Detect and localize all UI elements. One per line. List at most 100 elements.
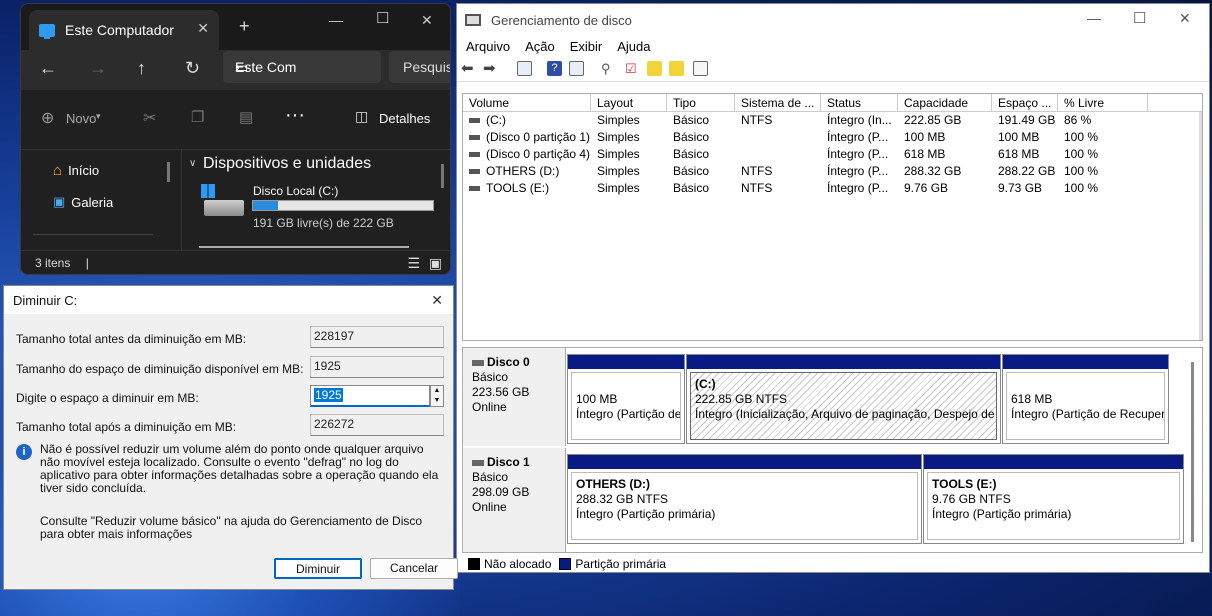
new-button[interactable]: Novo (66, 111, 96, 126)
close-icon[interactable]: ✕ (431, 292, 443, 309)
chevron-down-icon[interactable]: ∨ (189, 158, 196, 169)
volume-list-body: (C:) Simples Básico NTFS Íntegro (In... 222.8… (463, 112, 1202, 197)
forward-arrow-icon[interactable]: → (89, 58, 107, 79)
gallery-icon: ▣ (53, 194, 66, 209)
search-box[interactable]: Pesquis (389, 51, 450, 83)
table-cell-wrap: Íntegro (In... (821, 112, 898, 129)
refresh-icon[interactable]: ↻ (185, 58, 200, 79)
help-icon[interactable]: ? (547, 61, 562, 76)
close-window-icon[interactable]: ✕ (1179, 10, 1191, 27)
legend-unallocated: Não alocado (484, 556, 552, 571)
chevron-down-icon: ▾ (96, 111, 101, 121)
details-button[interactable]: Detalhes (379, 111, 430, 126)
column-header[interactable]: % Livre (1058, 94, 1148, 111)
horizontal-scrollbar[interactable] (199, 246, 409, 248)
info-icon: i (16, 444, 32, 460)
shrink-button[interactable]: Diminuir (274, 558, 362, 579)
table-cell-wrap: Simples (591, 112, 667, 129)
paste-icon[interactable]: ▤ (239, 108, 253, 126)
forward-arrow-icon[interactable]: ➡ (483, 59, 498, 77)
info-text: Não é possível reduzir um volume além do… (40, 442, 439, 495)
table-cell-wrap: 191.49 GB (992, 112, 1058, 129)
menu-exibir[interactable]: Exibir (570, 39, 603, 54)
menu-acao[interactable]: Ação (525, 39, 555, 54)
table-cell: Íntegro (P... (827, 130, 889, 144)
partition-body: 618 MB Íntegro (Partição de Recuper (1006, 372, 1165, 440)
close-window-icon[interactable]: ✕ (421, 12, 433, 29)
folder-up-icon[interactable] (647, 61, 662, 76)
copy-icon[interactable]: ❐ (191, 108, 204, 126)
cancel-button[interactable]: Cancelar (370, 558, 458, 579)
table-row[interactable]: (Disco 0 partição 4) Simples Básico Íntegro… (463, 146, 1202, 163)
maximize-icon[interactable]: ☐ (376, 9, 389, 27)
total-before-value: 228197 (310, 326, 444, 348)
list-view-icon[interactable]: ☰ (407, 255, 420, 272)
disk-type: Básico (472, 470, 509, 484)
partition-others-d[interactable]: OTHERS (D:) 288.32 GB NTFS Íntegro (Partiç… (567, 454, 922, 544)
new-tab-icon[interactable]: + (239, 16, 250, 37)
disk-1-label[interactable]: Disco 1 Básico 298.09 GB Online (463, 448, 566, 552)
shrink-amount-input[interactable]: 1925 (310, 385, 430, 407)
tiles-view-icon[interactable]: ▣ (429, 255, 442, 272)
check-icon[interactable]: ☑ (625, 61, 640, 76)
spin-up-icon[interactable]: ▲ (431, 386, 443, 396)
sidebar-item-inicio[interactable]: ⌂ Início (53, 162, 99, 179)
table-cell-wrap: NTFS (735, 112, 821, 129)
connect-icon[interactable]: ⚲ (601, 61, 616, 76)
list-edge (1199, 112, 1202, 340)
back-arrow-icon[interactable]: ⬅ (461, 59, 476, 77)
drive-item[interactable]: Disco Local (C:) 191 GB livre(s) de 222 … (201, 182, 441, 232)
table-row[interactable]: TOOLS (E:) Simples Básico NTFS Íntegro (P...… (463, 180, 1202, 197)
table-row[interactable]: (C:) Simples Básico NTFS Íntegro (In... 222.8… (463, 112, 1202, 129)
column-header[interactable]: Tipo (667, 94, 735, 111)
table-row[interactable]: OTHERS (D:) Simples Básico NTFS Íntegro (P..… (463, 163, 1202, 180)
menu-ajuda[interactable]: Ajuda (617, 39, 650, 54)
column-header[interactable]: Layout (591, 94, 667, 111)
sidebar-item-galeria[interactable]: ▣ Galeria (53, 194, 113, 210)
address-bar[interactable]: ▭ › Este Com (223, 51, 381, 83)
explorer-tab[interactable]: Este Computador ✕ (29, 10, 219, 50)
menu-arquivo[interactable]: Arquivo (466, 39, 510, 54)
maximize-icon[interactable]: ☐ (1133, 9, 1146, 27)
graphical-scrollbar[interactable] (1191, 362, 1194, 542)
search-folder-icon[interactable] (669, 61, 684, 76)
shrink-amount-stepper[interactable]: ▲ ▼ (430, 385, 444, 407)
table-row[interactable]: (Disco 0 partição 1) Simples Básico Íntegro… (463, 129, 1202, 146)
close-tab-icon[interactable]: ✕ (197, 20, 209, 37)
partition-disk0-p1[interactable]: 100 MB Íntegro (Partição de (567, 354, 685, 444)
spin-down-icon[interactable]: ▼ (431, 396, 443, 406)
table-cell: 222.85 GB (904, 113, 962, 127)
partition-header (568, 455, 921, 469)
volume-icon (469, 118, 480, 124)
partition-c[interactable]: (C:) 222.85 GB NTFS Íntegro (Inicialização… (686, 354, 1001, 444)
sidebar-scrollbar[interactable] (167, 162, 170, 182)
plus-circle-icon: ⊕ (41, 110, 55, 127)
column-header[interactable]: Espaço ... (992, 94, 1058, 111)
column-header[interactable]: Capacidade (898, 94, 992, 111)
table-cell-wrap: Básico (667, 146, 735, 163)
table-cell-wrap (735, 129, 821, 146)
table-cell: Simples (597, 130, 640, 144)
console-tree-icon[interactable] (517, 61, 532, 76)
column-header[interactable]: Sistema de ... (735, 94, 821, 111)
partition-tools-e[interactable]: TOOLS (E:) 9.76 GB NTFS Íntegro (Partição … (923, 454, 1184, 544)
table-cell-wrap: 288.32 GB (898, 163, 992, 180)
column-header[interactable]: Status (821, 94, 898, 111)
minimize-icon[interactable]: — (329, 12, 343, 28)
up-arrow-icon[interactable]: ↑ (137, 58, 146, 79)
partition-name: (C:) (695, 377, 716, 391)
back-arrow-icon[interactable]: ← (39, 58, 57, 79)
disk-0-label[interactable]: Disco 0 Básico 223.56 GB Online (463, 348, 566, 446)
content-scrollbar[interactable] (441, 164, 444, 188)
table-cell-wrap: 100 % (1058, 163, 1148, 180)
more-icon[interactable]: ··· (285, 104, 305, 127)
list-icon[interactable] (693, 61, 708, 76)
scissors-icon[interactable]: ✂ (143, 108, 156, 128)
partition-name: OTHERS (D:) (576, 477, 650, 491)
primary-partition-swatch (559, 557, 572, 570)
minimize-icon[interactable]: — (1087, 10, 1101, 26)
partition-disk0-p4[interactable]: 618 MB Íntegro (Partição de Recuper (1002, 354, 1169, 444)
partition-status: Íntegro (Partição de Recuper (1011, 407, 1165, 421)
properties-icon[interactable] (569, 61, 584, 76)
column-header[interactable]: Volume (463, 94, 591, 111)
